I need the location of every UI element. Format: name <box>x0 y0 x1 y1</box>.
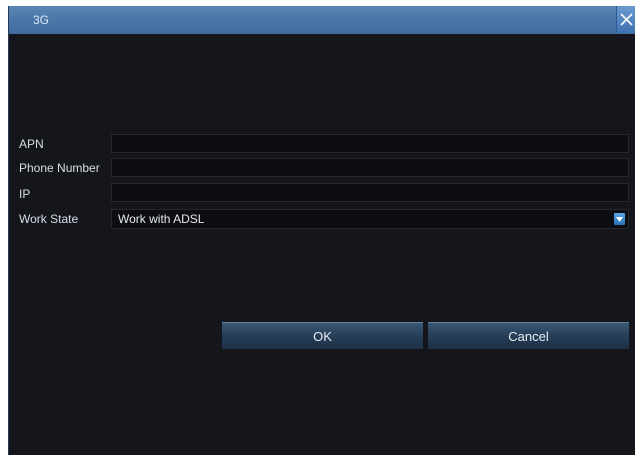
dialog-title: 3G <box>33 13 50 27</box>
phone-number-label: Phone Number <box>19 161 100 175</box>
chevron-down-icon[interactable] <box>614 213 625 225</box>
dialog-titlebar[interactable]: 3G <box>9 6 635 34</box>
close-icon <box>620 13 633 26</box>
work-state-select[interactable]: Work with ADSL <box>111 209 629 229</box>
cancel-button[interactable]: Cancel <box>428 322 629 349</box>
ok-button[interactable]: OK <box>222 322 423 349</box>
close-button[interactable] <box>616 6 635 33</box>
ip-label: IP <box>19 187 31 201</box>
3g-settings-dialog: 3G APN Phone Number IP Work State Work w… <box>8 6 635 455</box>
apn-label: APN <box>19 137 44 151</box>
ip-field[interactable] <box>111 183 629 202</box>
phone-number-field[interactable] <box>111 158 629 177</box>
work-state-label: Work State <box>19 212 79 226</box>
work-state-value: Work with ADSL <box>118 212 205 226</box>
apn-field[interactable] <box>111 134 629 153</box>
